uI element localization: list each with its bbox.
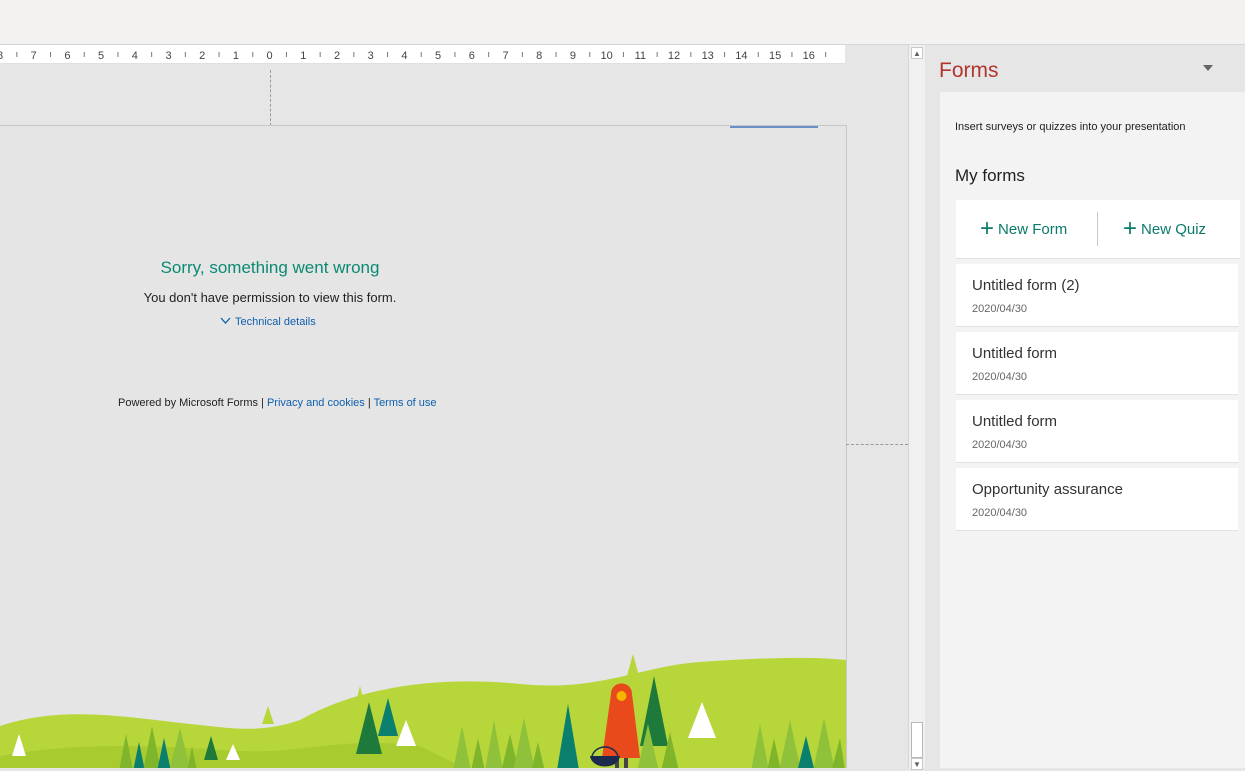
form-name: Untitled form (2)	[972, 277, 1080, 294]
pane-options-caret-icon[interactable]	[1203, 65, 1213, 71]
ruler-ticks: 87654321012345678910111213141516	[0, 50, 827, 62]
chevron-down-icon	[220, 315, 231, 327]
form-card[interactable]: Opportunity assurance 2020/04/30	[956, 468, 1238, 531]
new-quiz-label: New Quiz	[1141, 220, 1207, 238]
new-form-label: New Form	[998, 220, 1068, 238]
form-date: 2020/04/30	[972, 439, 1028, 451]
top-toolbar	[0, 0, 1245, 45]
form-name: Untitled form	[972, 413, 1058, 430]
powered-by-footer: Powered by Microsoft Forms | Privacy and…	[118, 397, 437, 409]
forest-landscape-illustration	[0, 654, 846, 768]
slide-guide-line	[846, 444, 908, 445]
slide-workspace: Sorry, something went wrong You don't ha…	[0, 64, 908, 768]
divider	[1097, 212, 1098, 246]
ruler-label: 16	[803, 50, 815, 62]
privacy-link[interactable]: Privacy and cookies	[267, 397, 365, 409]
scroll-up-icon[interactable]: ▲	[911, 47, 923, 59]
ruler-label: 6	[64, 50, 70, 62]
form-date: 2020/04/30	[972, 303, 1028, 315]
ruler-label: 1	[300, 50, 306, 62]
ruler-label: 8	[0, 50, 3, 62]
ruler-label: 12	[668, 50, 680, 62]
ruler-label: 3	[368, 50, 374, 62]
ruler-label: 3	[165, 50, 171, 62]
indent-guide	[270, 70, 271, 126]
form-name: Untitled form	[972, 345, 1058, 362]
ruler-label: 4	[132, 50, 138, 62]
new-actions-bar: + New Form + New Quiz	[956, 200, 1240, 259]
form-card[interactable]: Untitled form (2) 2020/04/30	[956, 264, 1238, 327]
terms-link[interactable]: Terms of use	[374, 397, 437, 409]
ruler-label: 8	[536, 50, 542, 62]
ruler-label: 2	[334, 50, 340, 62]
ruler-label: 5	[98, 50, 104, 62]
error-title: Sorry, something went wrong	[160, 258, 380, 277]
ruler-label: 14	[735, 50, 747, 62]
vertical-scrollbar[interactable]: ▲ ▼	[908, 45, 925, 770]
plus-icon: +	[980, 215, 995, 242]
forms-task-pane: Forms Insert surveys or quizzes into you…	[925, 45, 1245, 768]
technical-details-toggle[interactable]: Technical details	[220, 315, 316, 328]
pane-subtitle: Insert surveys or quizzes into your pres…	[955, 121, 1186, 133]
ruler-label: 9	[570, 50, 576, 62]
form-card[interactable]: Untitled form 2020/04/30	[956, 400, 1238, 463]
ruler-label: 7	[502, 50, 508, 62]
form-date: 2020/04/30	[972, 507, 1028, 519]
ruler-label: 1	[233, 50, 239, 62]
scroll-thumb[interactable]	[911, 722, 923, 758]
slide-canvas[interactable]: Sorry, something went wrong You don't ha…	[0, 125, 847, 768]
new-form-button[interactable]: + New Form	[980, 200, 1067, 258]
new-quiz-button[interactable]: + New Quiz	[1123, 200, 1206, 258]
ruler-label: 15	[769, 50, 781, 62]
error-message: You don't have permission to view this f…	[143, 290, 397, 305]
form-date: 2020/04/30	[972, 371, 1028, 383]
pane-body: Insert surveys or quizzes into your pres…	[940, 92, 1245, 768]
horizontal-ruler: 87654321012345678910111213141516	[0, 45, 845, 64]
ruler-label: 6	[469, 50, 475, 62]
plus-icon: +	[1123, 215, 1138, 242]
form-card[interactable]: Untitled form 2020/04/30	[956, 332, 1238, 395]
ruler-label: 5	[435, 50, 441, 62]
ruler-label: 10	[600, 50, 612, 62]
pane-header: Forms	[925, 45, 1245, 91]
powered-by-text: Powered by Microsoft Forms |	[118, 397, 267, 409]
pane-title: Forms	[939, 59, 999, 82]
ruler-label: 7	[31, 50, 37, 62]
ruler-label: 11	[635, 50, 646, 62]
footer-separator: |	[364, 397, 374, 409]
ruler-label: 13	[702, 50, 714, 62]
technical-details-label: Technical details	[235, 316, 316, 328]
selection-accent	[730, 126, 818, 128]
ruler-label: 4	[401, 50, 407, 62]
ruler-label: 0	[267, 50, 273, 62]
scroll-down-icon[interactable]: ▼	[911, 758, 923, 770]
my-forms-heading: My forms	[955, 166, 1025, 185]
form-name: Opportunity assurance	[972, 481, 1123, 498]
ruler-label: 2	[199, 50, 205, 62]
